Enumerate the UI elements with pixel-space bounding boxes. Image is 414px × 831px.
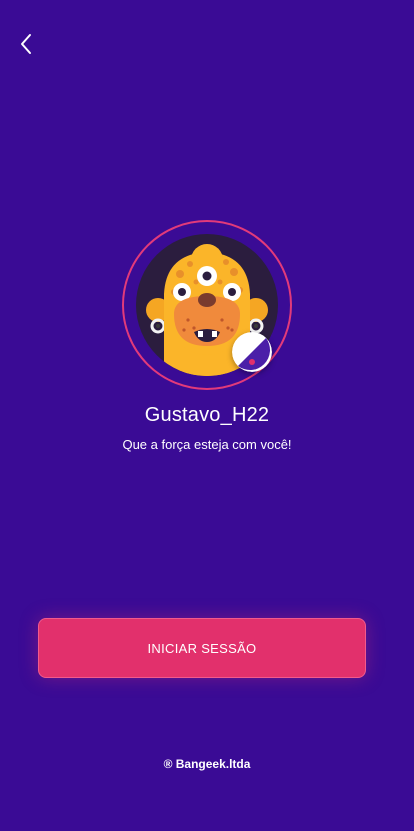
footer-brand: ® Bangeek.ltda [163,757,251,771]
username: Gustavo_H22 [144,404,270,426]
half-moon-badge-icon [232,332,272,372]
profile-avatar [122,220,292,390]
tagline: Que a força esteja com você! [122,437,292,452]
start-session-label: INICIAR SESSÃO [147,640,257,656]
avatar-edit-badge[interactable] [232,332,272,372]
back-button[interactable] [12,30,40,58]
start-session-button[interactable]: INICIAR SESSÃO [38,618,366,678]
chevron-left-icon [21,34,31,54]
